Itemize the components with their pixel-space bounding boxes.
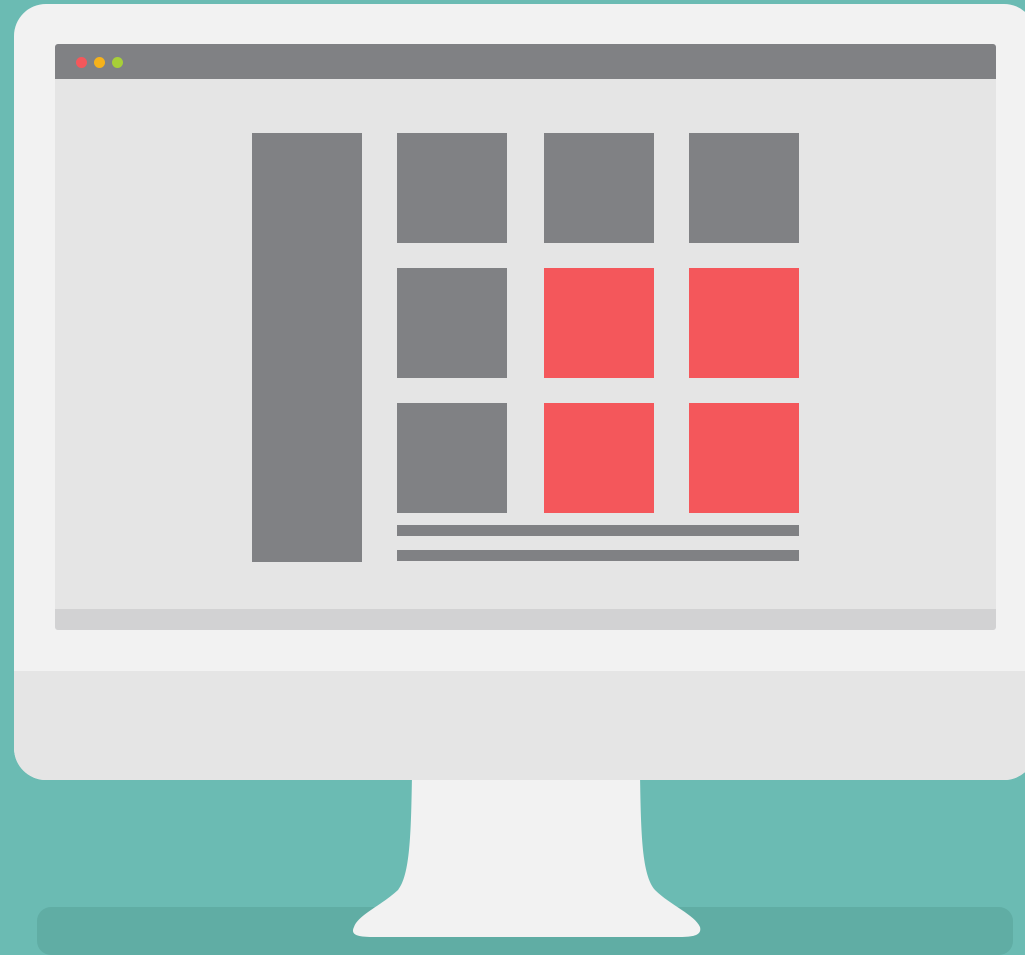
window-titlebar — [55, 44, 996, 79]
text-line-placeholder — [397, 550, 799, 561]
grid-tile[interactable] — [544, 133, 654, 243]
monitor-stand — [352, 775, 701, 937]
grid-tile[interactable] — [397, 403, 507, 513]
grid-tile[interactable] — [397, 133, 507, 243]
minimize-dot-icon[interactable] — [94, 57, 105, 68]
illustration-scene — [0, 0, 1025, 955]
window-statusbar — [55, 609, 996, 630]
grid-tile-highlighted[interactable] — [689, 403, 799, 513]
text-line-placeholder — [397, 525, 799, 536]
grid-tile[interactable] — [689, 133, 799, 243]
monitor-chin — [14, 671, 1025, 780]
grid-tile[interactable] — [397, 268, 507, 378]
grid-tile-highlighted[interactable] — [689, 268, 799, 378]
grid-tile-highlighted[interactable] — [544, 403, 654, 513]
sidebar-block — [252, 133, 362, 562]
monitor-frame — [14, 4, 1025, 780]
browser-window — [55, 44, 996, 630]
close-dot-icon[interactable] — [76, 57, 87, 68]
grid-tile-highlighted[interactable] — [544, 268, 654, 378]
maximize-dot-icon[interactable] — [112, 57, 123, 68]
